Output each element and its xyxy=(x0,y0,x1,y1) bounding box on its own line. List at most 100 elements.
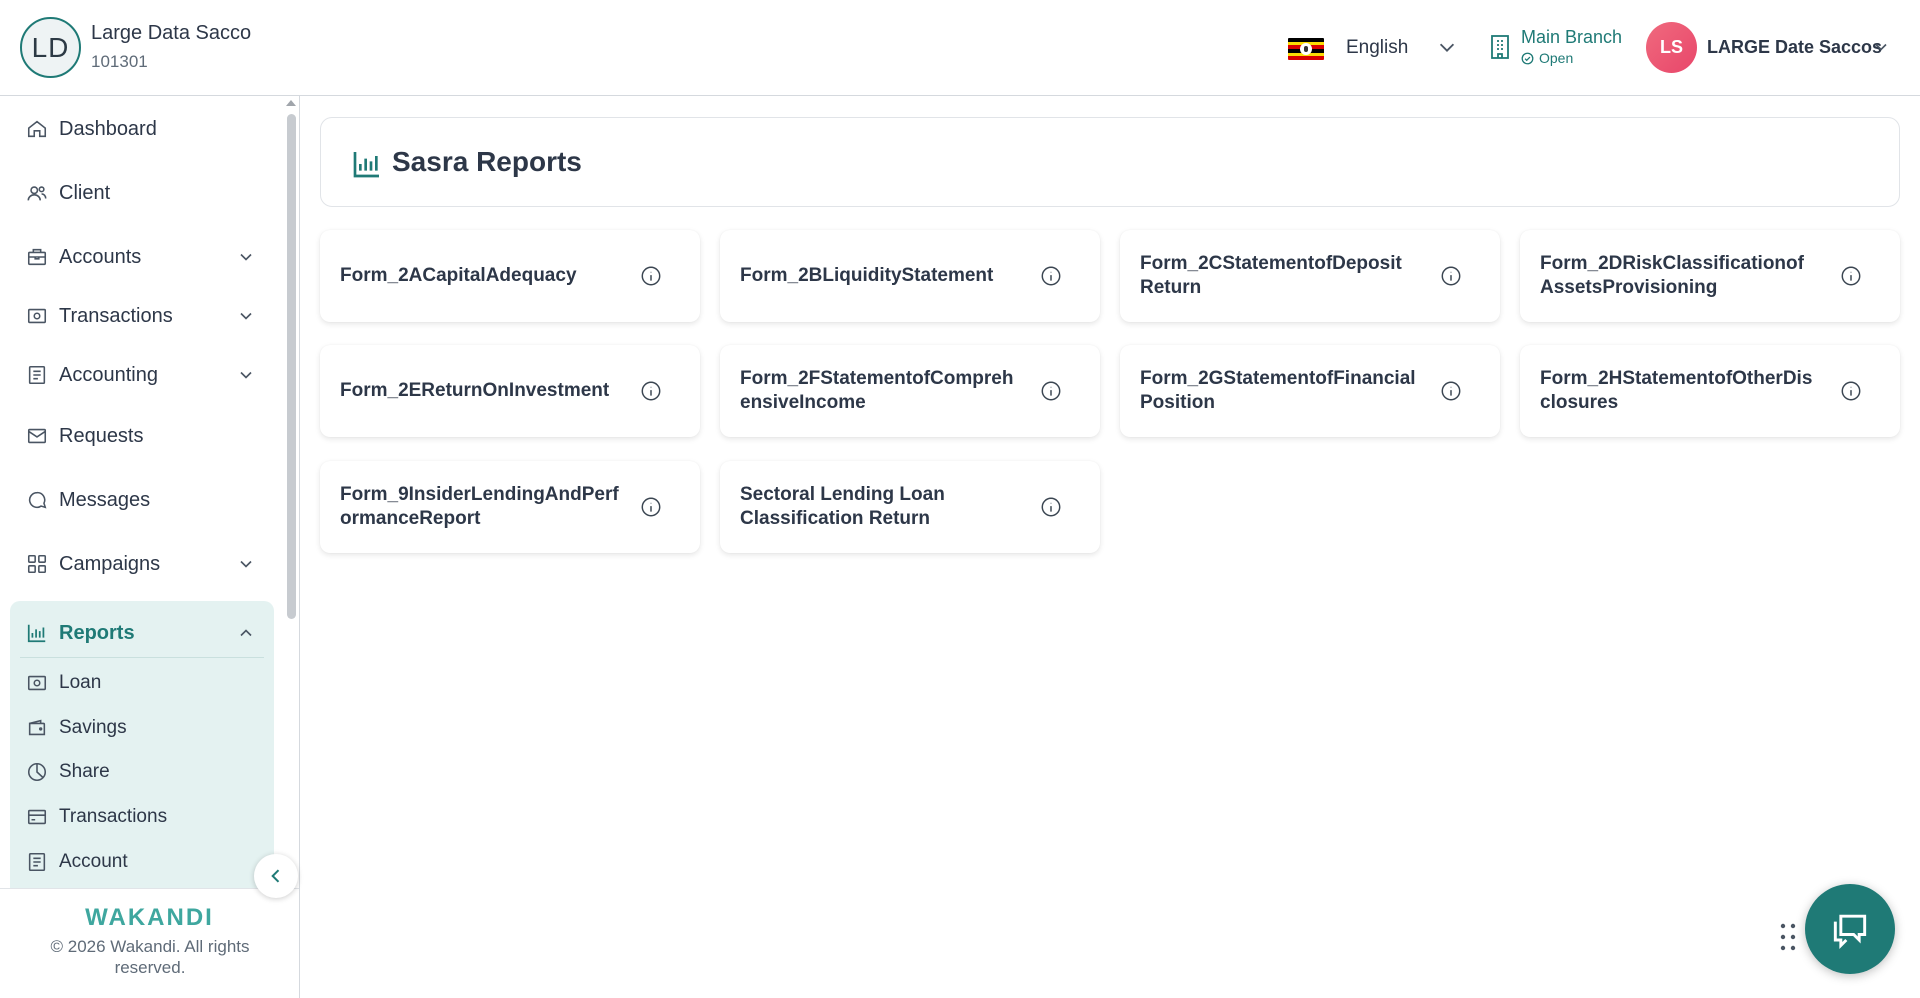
sidebar-item-label: Transactions xyxy=(59,304,173,327)
copyright-text: © 2026 Wakandi. All rights reserved. xyxy=(50,937,250,977)
branch-status-label: Open xyxy=(1539,50,1574,66)
info-icon[interactable] xyxy=(640,496,662,518)
chat-button[interactable] xyxy=(1805,884,1895,974)
mail-icon xyxy=(27,428,47,444)
info-icon[interactable] xyxy=(1440,265,1462,287)
cash-icon xyxy=(27,675,47,691)
page-title: Sasra Reports xyxy=(392,146,582,177)
report-name: Form_2DRiskClassificationof AssetsProvis… xyxy=(1540,253,1804,298)
sidebar-subitem-label: Savings xyxy=(59,717,127,738)
branch-name[interactable]: Main Branch xyxy=(1521,27,1622,48)
language-selector[interactable]: English xyxy=(1346,37,1408,59)
info-icon[interactable] xyxy=(1840,380,1862,402)
user-name[interactable]: LARGE Date Saccos xyxy=(1707,37,1882,58)
report-card[interactable]: Form_2FStatementofComprehensiveIncome xyxy=(720,345,1100,437)
info-icon[interactable] xyxy=(640,380,662,402)
sidebar-item-transactions[interactable]: Transactions xyxy=(10,292,274,340)
org-code: 101301 xyxy=(91,52,148,71)
sidebar-item-accounts[interactable]: Accounts xyxy=(10,233,274,281)
report-card[interactable]: Form_2CStatementofDeposit Return xyxy=(1120,230,1500,322)
ledger-icon xyxy=(28,852,46,872)
sidebar-scrollbar[interactable] xyxy=(287,114,296,619)
report-card[interactable]: Form_2DRiskClassificationof AssetsProvis… xyxy=(1520,230,1900,322)
divider xyxy=(20,657,264,658)
top-header: LD Large Data Sacco 101301 English Main … xyxy=(0,0,1920,96)
pie-chart-icon xyxy=(27,762,47,782)
info-icon[interactable] xyxy=(1440,380,1462,402)
report-card[interactable]: Form_2EReturnOnInvestment xyxy=(320,345,700,437)
chat-icon xyxy=(1833,914,1867,950)
report-card[interactable]: Form_2BLiquidityStatement xyxy=(720,230,1100,322)
report-card[interactable]: Sectoral Lending Loan Classification Ret… xyxy=(720,461,1100,553)
bar-chart-icon xyxy=(353,152,379,178)
info-icon[interactable] xyxy=(1040,265,1062,287)
report-name: Form_2EReturnOnInvestment xyxy=(340,380,610,401)
info-icon[interactable] xyxy=(1040,496,1062,518)
report-card[interactable]: Form_9InsiderLendingAndPerformanceReport xyxy=(320,461,700,553)
brand-logo: WAKANDI xyxy=(85,904,214,931)
users-icon xyxy=(27,186,47,201)
sidebar-subitem-label: Share xyxy=(59,761,110,782)
sidebar-item-messages[interactable]: Messages xyxy=(10,476,274,524)
org-avatar[interactable]: LD xyxy=(20,17,81,78)
ledger-icon xyxy=(28,365,46,385)
chevron-down-icon xyxy=(240,560,252,568)
report-name: Form_2BLiquidityStatement xyxy=(740,265,994,286)
collapse-sidebar-button[interactable] xyxy=(254,854,298,898)
report-name: Form_9InsiderLendingAndPerformanceReport xyxy=(340,484,619,529)
sidebar-subitem-share[interactable]: Share xyxy=(10,752,274,792)
chevron-down-icon xyxy=(240,253,252,261)
report-name: Form_2CStatementofDeposit Return xyxy=(1140,253,1402,298)
sidebar-item-client[interactable]: Client xyxy=(10,169,274,217)
sidebar-subitem-label: Loan xyxy=(59,672,102,693)
building-icon xyxy=(1491,35,1509,59)
wallet-icon xyxy=(28,719,46,736)
briefcase-icon xyxy=(27,248,47,266)
sidebar-item-requests[interactable]: Requests xyxy=(10,412,274,460)
sidebar: Dashboard Client Accounts Transactions A… xyxy=(0,96,300,998)
chat-bubble-icon xyxy=(28,491,47,509)
card-icon xyxy=(27,809,47,825)
chevron-down-icon xyxy=(240,312,252,320)
drag-handle-icon[interactable] xyxy=(1778,922,1798,952)
report-name: Form_2HStatementofOtherDisclosures xyxy=(1540,368,1813,413)
sidebar-item-reports[interactable]: Reports xyxy=(10,609,274,657)
sidebar-item-campaigns[interactable]: Campaigns xyxy=(10,540,274,588)
user-avatar[interactable]: LS xyxy=(1646,22,1697,73)
report-card[interactable]: Form_2GStatementofFinancialPosition xyxy=(1120,345,1500,437)
sidebar-subitem-label: Account xyxy=(59,851,128,872)
chevron-up-icon xyxy=(240,629,252,637)
chevron-down-icon[interactable] xyxy=(1436,36,1458,58)
info-icon[interactable] xyxy=(1040,380,1062,402)
sidebar-item-label: Reports xyxy=(59,621,135,644)
home-icon xyxy=(27,120,47,138)
scroll-up-arrow[interactable] xyxy=(286,100,296,106)
sidebar-subitem-transactions[interactable]: Transactions xyxy=(10,797,274,837)
sidebar-item-dashboard[interactable]: Dashboard xyxy=(10,105,274,153)
bar-chart-icon xyxy=(27,624,46,643)
report-name: Sectoral Lending Loan Classification Ret… xyxy=(740,484,945,529)
chevron-down-icon[interactable] xyxy=(1871,37,1891,57)
check-circle-icon xyxy=(1521,52,1534,64)
report-name: Form_2GStatementofFinancialPosition xyxy=(1140,368,1416,413)
uganda-flag-icon[interactable] xyxy=(1288,38,1324,60)
sidebar-item-label: Campaigns xyxy=(59,552,161,575)
info-icon[interactable] xyxy=(1840,265,1862,287)
cash-icon xyxy=(27,308,47,324)
sidebar-item-label: Client xyxy=(59,181,111,204)
sidebar-subitem-savings[interactable]: Savings xyxy=(10,708,274,748)
report-card[interactable]: Form_2HStatementofOtherDisclosures xyxy=(1520,345,1900,437)
info-icon[interactable] xyxy=(640,265,662,287)
sidebar-item-label: Dashboard xyxy=(59,117,157,140)
sidebar-item-label: Accounting xyxy=(59,363,158,386)
report-card[interactable]: Form_2ACapitalAdequacy xyxy=(320,230,700,322)
sidebar-item-label: Requests xyxy=(59,424,144,447)
branch-status: Open xyxy=(1521,50,1573,66)
org-name: Large Data Sacco xyxy=(91,22,252,44)
sidebar-subitem-label: Transactions xyxy=(59,806,168,827)
sidebar-subitem-loan[interactable]: Loan xyxy=(10,663,274,703)
sidebar-subitem-account[interactable]: Account xyxy=(10,842,274,882)
page-title-card: Sasra Reports xyxy=(320,117,1900,207)
sidebar-item-accounting[interactable]: Accounting xyxy=(10,351,274,399)
report-name: Form_2ACapitalAdequacy xyxy=(340,265,577,286)
